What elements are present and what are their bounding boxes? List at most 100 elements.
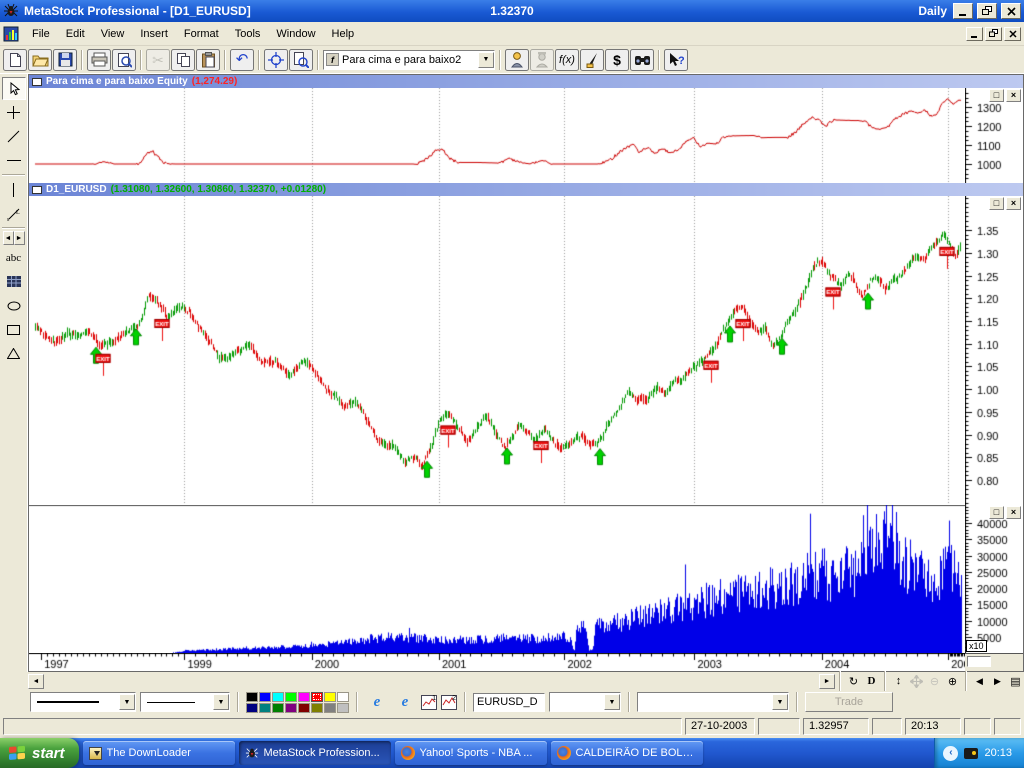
chart-list-button[interactable]: ▤ xyxy=(1007,673,1024,689)
palette-color-00ffff[interactable] xyxy=(272,692,284,702)
expert-advisor-button[interactable] xyxy=(505,49,529,71)
palette-color-c0c0c0[interactable] xyxy=(337,703,349,713)
ellipse-tool[interactable] xyxy=(2,294,26,317)
combo-dropdown-arrow[interactable]: ▼ xyxy=(213,694,229,710)
pane-collapse-box[interactable] xyxy=(32,78,42,86)
scroll-left-button[interactable]: ◄ xyxy=(28,674,44,689)
restore-button[interactable] xyxy=(977,3,997,19)
start-button[interactable]: start xyxy=(0,738,79,768)
refresh-button[interactable]: ↻ xyxy=(845,673,862,689)
palette-color-008080[interactable] xyxy=(259,703,271,713)
trendline-tool[interactable] xyxy=(2,125,26,148)
menu-item-tools[interactable]: Tools xyxy=(227,24,269,44)
order-type-combo[interactable]: ▼ xyxy=(549,692,621,712)
crosshair-tool[interactable] xyxy=(2,101,26,124)
pane-collapse-box[interactable] xyxy=(32,186,42,194)
pane-close-button[interactable]: × xyxy=(1006,506,1021,519)
palette-color-00ff00[interactable] xyxy=(285,692,297,702)
symbol-input[interactable]: EURUSD_D xyxy=(473,693,545,712)
combo-dropdown-arrow[interactable]: ▼ xyxy=(604,694,620,710)
print-preview-button[interactable] xyxy=(112,49,136,71)
child-restore-button[interactable] xyxy=(985,27,1002,41)
equity-pane-header[interactable]: Para cima e para baixo Equity (1,274.29) xyxy=(29,75,1023,88)
trade-button[interactable]: Trade xyxy=(805,692,893,712)
quote-grid-tool[interactable] xyxy=(2,270,26,293)
palette-color-ffff00[interactable] xyxy=(324,692,336,702)
step-right-button[interactable]: ► xyxy=(14,231,25,245)
close-button[interactable] xyxy=(1001,3,1021,19)
menu-item-file[interactable]: File xyxy=(24,24,58,44)
zoom-find-button[interactable] xyxy=(289,49,313,71)
find-symbol-button[interactable] xyxy=(630,49,654,71)
taskbar-task-0[interactable]: The DownLoader xyxy=(83,741,235,765)
downloader-button[interactable]: $ xyxy=(605,49,629,71)
print-button[interactable] xyxy=(87,49,111,71)
new-chart-button[interactable] xyxy=(3,49,27,71)
paste-button[interactable] xyxy=(196,49,220,71)
child-close-button[interactable] xyxy=(1004,27,1021,41)
internet-explorer-button-2[interactable]: e xyxy=(393,691,417,713)
palette-color-808080[interactable] xyxy=(324,703,336,713)
menu-item-help[interactable]: Help xyxy=(324,24,363,44)
taskbar-task-3[interactable]: CALDEIRÃO DE BOLS... xyxy=(551,741,703,765)
menu-item-edit[interactable]: Edit xyxy=(58,24,93,44)
semilog-scale-tool[interactable]: sL xyxy=(2,202,26,225)
menu-item-insert[interactable]: Insert xyxy=(132,24,176,44)
explorer-button[interactable] xyxy=(580,49,604,71)
layout-page-1-button[interactable]: 1 xyxy=(421,695,437,710)
combo-dropdown-arrow[interactable]: ▼ xyxy=(772,694,788,710)
palette-color-000080[interactable] xyxy=(246,703,258,713)
expert-advisor-combo[interactable]: f Para cima e para baixo2 ▼ xyxy=(323,50,495,70)
next-chart-button[interactable]: ▶ xyxy=(989,673,1006,689)
price-plot[interactable] xyxy=(29,196,965,505)
child-minimize-button[interactable] xyxy=(966,27,983,41)
horizontal-line-tool[interactable] xyxy=(2,149,26,172)
taskbar-task-1[interactable]: MetaStock Profession... xyxy=(239,741,391,765)
combo-dropdown-arrow[interactable]: ▼ xyxy=(478,52,494,68)
fit-vertical-button[interactable]: ↕ xyxy=(890,673,907,689)
menu-item-view[interactable]: View xyxy=(93,24,133,44)
internet-explorer-button[interactable]: e xyxy=(365,691,389,713)
palette-color-008000[interactable] xyxy=(272,703,284,713)
account-combo[interactable]: ▼ xyxy=(637,692,789,712)
vertical-line-tool[interactable] xyxy=(2,178,26,201)
minimize-button[interactable] xyxy=(953,3,973,19)
save-button[interactable] xyxy=(53,49,77,71)
pane-maximize-button[interactable]: □ xyxy=(989,89,1004,102)
price-pane-header[interactable]: D1_EURUSD (1.31080, 1.32600, 1.30860, 1.… xyxy=(29,183,1023,196)
context-help-button[interactable]: ? xyxy=(664,49,688,71)
open-button[interactable] xyxy=(28,49,52,71)
palette-color-ffffff[interactable] xyxy=(337,692,349,702)
combo-dropdown-arrow[interactable]: ▼ xyxy=(119,694,135,710)
rectangle-tool[interactable] xyxy=(2,318,26,341)
tray-chevron-icon[interactable]: ‹ xyxy=(943,746,958,761)
indicator-builder-button[interactable]: f(x) xyxy=(555,49,579,71)
palette-color-800000[interactable] xyxy=(298,703,310,713)
periodicity-daily-button[interactable]: D xyxy=(863,673,880,689)
text-tool[interactable]: abc xyxy=(2,246,26,269)
palette-color-ff0000[interactable] xyxy=(311,692,323,702)
line-style-combo[interactable]: ▼ xyxy=(30,692,136,712)
equity-plot[interactable] xyxy=(29,88,965,183)
palette-color-808000[interactable] xyxy=(311,703,323,713)
menu-item-format[interactable]: Format xyxy=(176,24,227,44)
tray-app-icon[interactable] xyxy=(964,748,978,759)
copy-button[interactable] xyxy=(171,49,195,71)
step-left-button[interactable]: ◄ xyxy=(3,231,14,245)
pane-close-button[interactable]: × xyxy=(1006,89,1021,102)
pane-maximize-button[interactable]: □ xyxy=(989,197,1004,210)
volume-plot[interactable] xyxy=(29,505,965,653)
pane-maximize-button[interactable]: □ xyxy=(989,506,1004,519)
line-weight-combo[interactable]: ▼ xyxy=(140,692,230,712)
zoom-in-button[interactable]: ⊕ xyxy=(944,673,961,689)
triangle-tool[interactable] xyxy=(2,342,26,365)
palette-color-0000ff[interactable] xyxy=(259,692,271,702)
crosshair-pointer-button[interactable] xyxy=(264,49,288,71)
taskbar-task-2[interactable]: Yahoo! Sports - NBA ... xyxy=(395,741,547,765)
pane-close-button[interactable]: × xyxy=(1006,197,1021,210)
palette-color-ff00ff[interactable] xyxy=(298,692,310,702)
menu-item-window[interactable]: Window xyxy=(268,24,323,44)
pointer-tool[interactable] xyxy=(2,77,26,100)
prev-chart-button[interactable]: ◀ xyxy=(971,673,988,689)
palette-color-000000[interactable] xyxy=(246,692,258,702)
